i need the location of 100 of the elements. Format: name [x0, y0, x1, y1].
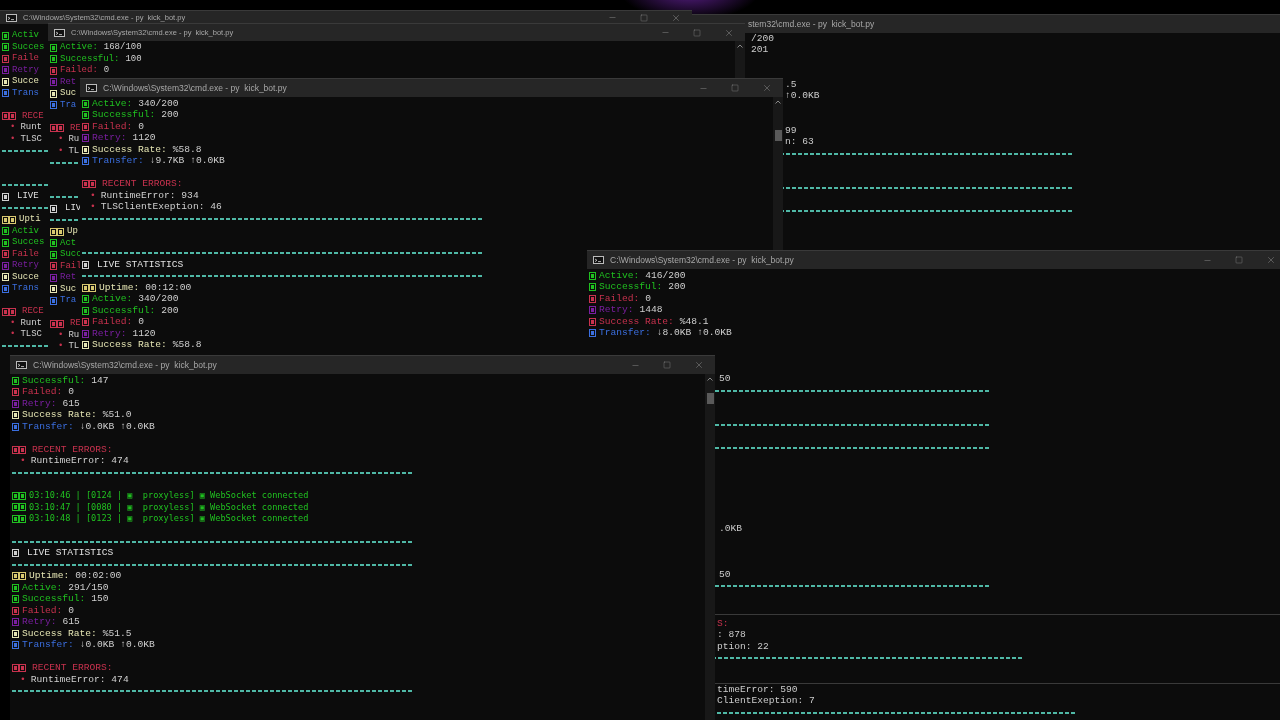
console-icon: [16, 361, 27, 369]
stat-value: 200: [668, 280, 686, 295]
stat-value: %58.8: [172, 338, 202, 353]
terminal-text: ClientExeption: 7: [717, 694, 815, 709]
error-count: TLSClientExeption: 46: [100, 200, 222, 215]
stat-label: Successful:: [92, 108, 156, 122]
error-count: Runt: [20, 316, 42, 330]
stat-value: 150: [91, 592, 109, 607]
stat-label: Transfer:: [92, 154, 144, 169]
stat-label: Upti: [19, 213, 41, 226]
stat-label: Uptime:: [99, 280, 140, 294]
bullet: •: [10, 121, 16, 134]
stat-label: Successful:: [60, 52, 120, 65]
stat-label: Successful:: [599, 280, 663, 294]
stat-label: Successful:: [22, 592, 86, 606]
errors-heading: RE: [70, 317, 81, 330]
stat-label: Activ: [12, 29, 39, 42]
stat-label: Succe: [12, 270, 39, 284]
stat-label: Succe: [12, 75, 39, 88]
errors-heading: RECENT ERRORS:: [32, 661, 113, 675]
bullet: •: [58, 340, 64, 353]
bullet: •: [20, 454, 26, 469]
stat-label: Trans: [12, 86, 39, 100]
stat-value: 0: [645, 291, 652, 306]
scrollbar-thumb[interactable]: [706, 393, 714, 404]
stat-value: %51.5: [102, 626, 132, 641]
log-line: 03:10:48 | [0123 | ▣ proxyless] ▣ WebSocket connected: [29, 512, 309, 526]
terminal-text: ↑0.0KB: [785, 89, 820, 104]
errors-heading: RECENT ERRORS:: [102, 177, 183, 191]
close-icon: [671, 12, 681, 23]
stat-value: ↓8.0KB ↑0.0KB: [656, 326, 732, 341]
terminal-text: .5: [785, 77, 797, 92]
maximize-icon: [693, 28, 701, 37]
error-count: TLSC: [20, 132, 42, 146]
stat-value: ↓9.7KB ↑0.0KB: [149, 154, 225, 169]
bullet: •: [58, 328, 64, 342]
terminal-text: timeError: 590: [717, 684, 798, 696]
error-count: Runt: [20, 121, 42, 134]
stat-value: 340/200: [138, 292, 179, 306]
console-icon: [86, 84, 97, 92]
stat-label: Active:: [22, 580, 63, 594]
maximize-icon: [663, 361, 671, 369]
scrollbar-thumb[interactable]: [774, 130, 782, 141]
error-count: RuntimeError: 934: [100, 188, 199, 202]
errors-heading: S:: [717, 616, 729, 631]
stat-value: 00:02:00: [75, 569, 122, 583]
stat-value: 416/200: [645, 268, 686, 282]
bullet: •: [10, 316, 16, 330]
stat-value: 291/150: [68, 580, 109, 594]
stat-label: Successful:: [92, 303, 156, 317]
stat-label: Trans: [12, 282, 39, 295]
stat-label: Success Rate:: [92, 338, 167, 353]
errors-heading: RECE: [22, 109, 44, 123]
stat-label: Suc: [60, 282, 77, 296]
maximize-icon: [731, 84, 739, 92]
terminal-text: 201: [751, 43, 769, 58]
stat-label: Suc: [60, 87, 77, 100]
stat-label: Failed:: [599, 291, 640, 306]
error-count: TL: [68, 144, 80, 158]
stat-label: Ret: [60, 75, 77, 89]
terminal-text: ption: 22: [717, 639, 769, 654]
stat-label: Tra: [60, 98, 77, 112]
stat-value: ↓0.0KB ↑0.0KB: [79, 638, 155, 653]
stat-label: Uptime:: [29, 569, 70, 583]
stat-value: 100: [125, 52, 142, 66]
stat-label: Transfer:: [22, 419, 74, 434]
stat-value: 200: [161, 303, 179, 318]
stat-label: Fail: [60, 259, 82, 273]
stat-value: 0: [68, 603, 75, 618]
bullet: •: [58, 144, 64, 158]
stat-label: Failed:: [22, 603, 63, 618]
window-title: C:\Windows\System32\cmd.exe - py kick_bot.py: [610, 253, 794, 267]
stat-label: Tra: [60, 294, 77, 307]
error-count: TLSC: [20, 328, 42, 341]
stat-label: Retry: [12, 259, 39, 272]
bullet: •: [90, 188, 96, 203]
console-icon: [6, 13, 17, 22]
scrollbar[interactable]: [705, 374, 715, 720]
bullet: •: [10, 132, 16, 146]
stat-label: Activ: [12, 224, 39, 238]
stat-label: Ret: [60, 271, 77, 284]
scrollbar[interactable]: [773, 97, 783, 251]
error-count: Ru: [68, 328, 80, 342]
scroll-up-icon: [737, 44, 743, 48]
error-count: RuntimeError: 474: [30, 672, 129, 687]
window-title: C:\Windows\System32\cmd.exe - py kick_bot.py: [103, 81, 287, 95]
terminal-text: n: 63: [785, 135, 814, 150]
window-title: C:\Windows\System32\cmd.exe - py kick_bot.py: [33, 358, 217, 372]
bullet: •: [20, 672, 26, 687]
bullet: •: [90, 200, 96, 215]
stat-label: Succ: [60, 248, 82, 261]
close-icon: [762, 83, 772, 93]
stat-label: Successful:: [22, 373, 86, 387]
stat-value: 200: [161, 108, 179, 123]
scrollbar[interactable]: [735, 41, 745, 79]
stat-label: Active:: [599, 268, 640, 282]
stat-label: Succes: [12, 236, 45, 249]
stat-label: Act: [60, 236, 77, 250]
console-icon: [54, 28, 65, 37]
maximize-icon: [640, 13, 648, 22]
